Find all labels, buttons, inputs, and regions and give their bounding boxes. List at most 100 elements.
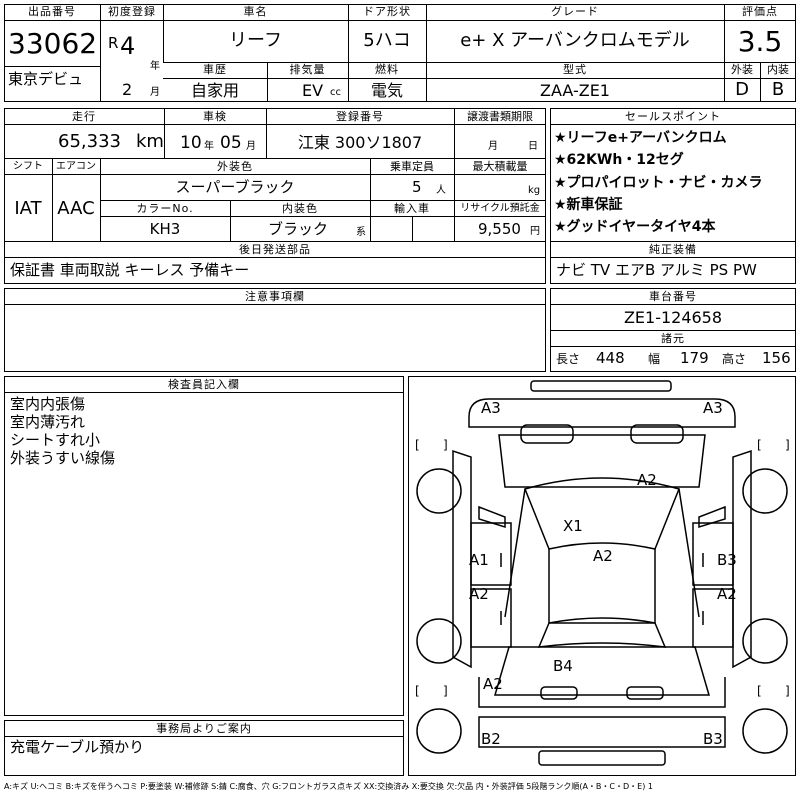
- interior-grade: B: [771, 79, 785, 100]
- inspector-label: 検査員記入欄: [168, 378, 240, 391]
- svg-text:[: [: [415, 684, 420, 698]
- venue: 東京デビュ: [8, 70, 84, 88]
- mark-b4-rear: B4: [553, 657, 573, 675]
- reg-month: 2: [122, 80, 133, 99]
- first-registration-label: 初度登録: [108, 5, 156, 18]
- capacity: 5: [412, 178, 422, 196]
- month-unit: 月: [150, 87, 160, 98]
- selling-point-3: ★プロパイロット・ナビ・カメラ: [554, 175, 763, 191]
- svg-text:[: [: [415, 438, 420, 452]
- height-label: 高さ: [722, 352, 747, 366]
- load-label: 最大積載量: [472, 160, 528, 173]
- footer-legend: A:キズ U:ヘコミ B:キズを伴うヘコミ P:要塗装 W:補修跡 S:錆 C:…: [4, 782, 653, 791]
- mark-a3-front-left: A3: [481, 399, 501, 417]
- aircon-label: エアコン: [56, 161, 96, 172]
- notes-label: 注意事項欄: [245, 290, 305, 303]
- mileage-unit: km: [136, 131, 164, 152]
- year-unit: 年: [150, 61, 160, 72]
- width: 179: [680, 349, 709, 367]
- height: 156: [762, 349, 791, 367]
- model-code: ZAA-ZE1: [540, 81, 610, 100]
- aircon: AAC: [57, 198, 95, 219]
- grade: e+ X アーバンクロムモデル: [460, 30, 690, 51]
- mark-b2-rear-left: B2: [481, 730, 501, 748]
- mark-a2-left-rear: A2: [483, 675, 503, 693]
- fuel: 電気: [370, 81, 403, 100]
- inspection-month-unit: 月: [246, 141, 256, 152]
- svg-text:[: [: [757, 438, 762, 452]
- later-parts-label: 後日発送部品: [239, 243, 311, 256]
- lot-number-label: 出品番号: [28, 5, 76, 18]
- capacity-unit: 人: [436, 185, 446, 196]
- office-note: 充電ケーブル預かり: [10, 738, 145, 756]
- inspector-line-1: 室内内張傷: [10, 395, 86, 413]
- car-name-label: 車名: [243, 5, 268, 18]
- shift: IAT: [14, 198, 42, 219]
- interior-color: ブラック: [268, 220, 329, 238]
- mileage-label: 走行: [72, 110, 96, 123]
- shift-label: シフト: [13, 161, 43, 172]
- displacement: EV: [302, 81, 324, 100]
- svg-text:]: ]: [443, 684, 448, 698]
- equipment-label: 純正装備: [649, 243, 697, 256]
- interior-color-label: 内装色: [282, 202, 318, 215]
- selling-point-2: ★62KWh・12セグ: [554, 152, 684, 168]
- car-outline-diagram: [] [] [] []: [415, 380, 790, 766]
- svg-text:]: ]: [443, 438, 448, 452]
- office-label: 事務局よりご案内: [156, 722, 252, 735]
- transfer-month-unit: 月: [488, 141, 498, 152]
- width-label: 幅: [648, 352, 661, 366]
- mark-a3-front-right: A3: [703, 399, 723, 417]
- equipment: ナビ TV エアB アルミ PS PW: [556, 261, 757, 279]
- interior-label: 内装: [767, 63, 789, 76]
- svg-text:]: ]: [785, 438, 790, 452]
- recycle-label: リサイクル預託金: [460, 203, 540, 214]
- displacement-label: 排気量: [289, 63, 326, 76]
- selling-point-4: ★新車保証: [554, 197, 623, 213]
- exterior-label: 外装: [731, 63, 753, 76]
- interior-color-unit: 系: [356, 227, 366, 238]
- later-parts: 保証書 車両取説 キーレス 予備キー: [10, 261, 250, 279]
- score-label: 評価点: [742, 5, 778, 18]
- color-number-label: カラーNo.: [136, 202, 194, 215]
- dimensions-label: 諸元: [661, 332, 685, 345]
- mark-a2-roof: A2: [593, 547, 613, 565]
- capacity-label: 乗車定員: [390, 160, 434, 173]
- svg-text:[: [: [757, 684, 762, 698]
- import-label: 輸入車: [394, 202, 430, 215]
- door-label: ドア形状: [363, 5, 411, 18]
- inspector-line-3: シートすれ小: [10, 431, 101, 449]
- mark-a2-hood: A2: [637, 471, 657, 489]
- plate-number: 江東 300ソ1807: [297, 133, 423, 152]
- length: 448: [596, 349, 625, 367]
- recycle-fee: 9,550: [478, 220, 521, 238]
- exterior-color: スーパーブラック: [175, 178, 295, 196]
- selling-point-1: ★リーフe+アーバンクロム: [554, 130, 727, 146]
- mark-x1-glass: X1: [563, 517, 583, 535]
- inspector-line-4: 外装うすい線傷: [10, 449, 116, 467]
- mileage: 65,333: [58, 131, 121, 152]
- inspection-label: 車検: [203, 110, 227, 123]
- inspector-line-2: 室内薄汚れ: [10, 413, 86, 431]
- grade-label: グレード: [551, 5, 599, 18]
- damage-diagram: [] [] [] [] A3 A3 A2 X1 A2 A1 B3 A2 A2 B…: [408, 376, 796, 776]
- reg-year: 4: [120, 32, 136, 60]
- load-unit: kg: [528, 185, 541, 196]
- mark-b3-rear-right: B3: [703, 730, 723, 748]
- car-name: リーフ: [229, 30, 282, 51]
- history-label: 車歴: [203, 63, 227, 76]
- transfer-label: 譲渡書類期限: [467, 110, 533, 123]
- recycle-unit: 円: [530, 226, 540, 237]
- length-label: 長さ: [556, 352, 581, 366]
- displacement-unit: cc: [330, 87, 341, 98]
- history: 自家用: [190, 81, 239, 100]
- selling-point-5: ★グッドイヤータイヤ4本: [554, 219, 716, 235]
- door-type: 5ハコ: [363, 30, 411, 51]
- era: R: [108, 34, 119, 52]
- transfer-day-unit: 日: [528, 141, 538, 152]
- color-number: KH3: [149, 220, 181, 238]
- lot-number: 33062: [8, 27, 98, 60]
- model-label: 型式: [563, 63, 587, 76]
- exterior-grade: D: [735, 79, 749, 100]
- mark-a1-left-door: A1: [469, 551, 489, 569]
